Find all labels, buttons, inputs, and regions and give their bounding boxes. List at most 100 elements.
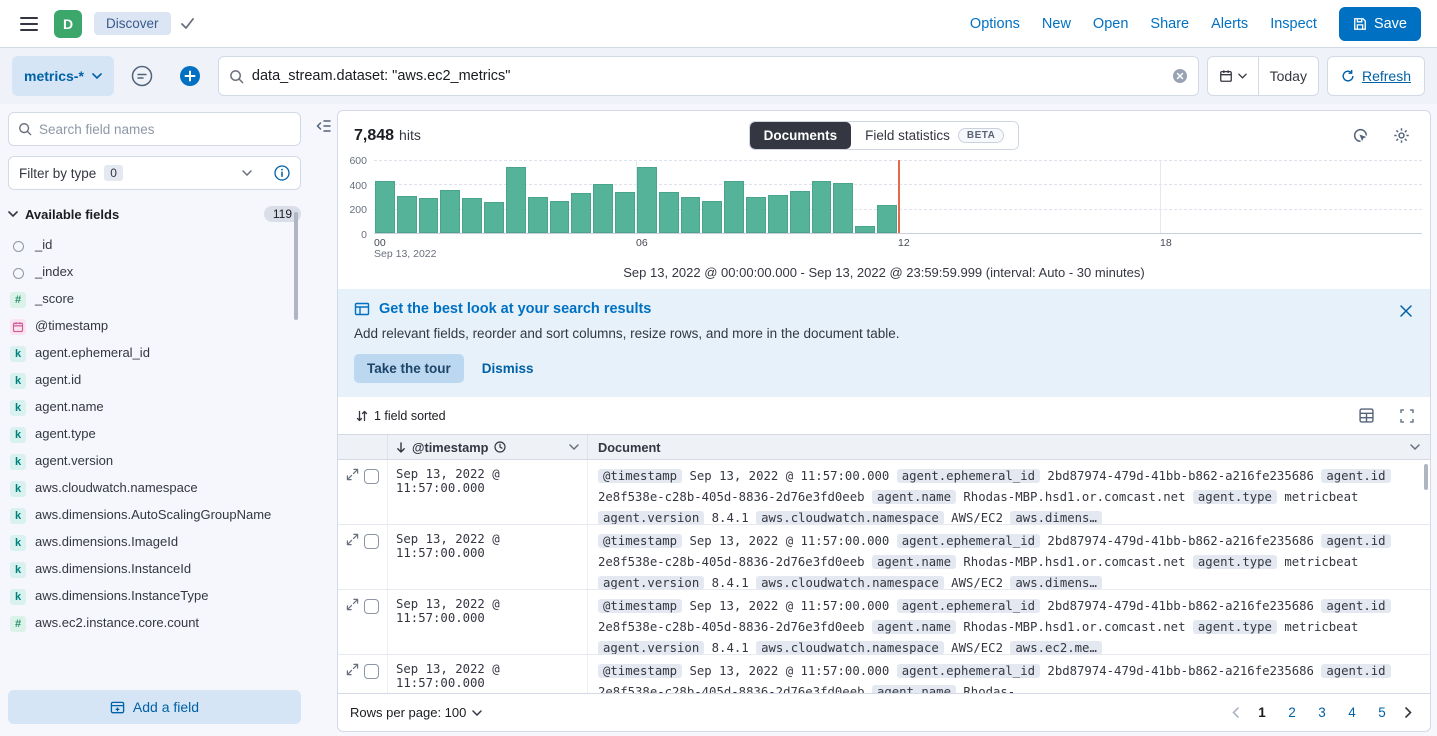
histogram-bar[interactable] (615, 192, 635, 233)
field-item[interactable]: kagent.name (8, 394, 301, 421)
field-item[interactable]: kaws.cloudwatch.namespace (8, 475, 301, 502)
field-item[interactable]: kaws.dimensions.InstanceType (8, 583, 301, 610)
histogram-bar[interactable] (833, 183, 853, 233)
histogram-bar[interactable] (506, 167, 526, 233)
field-item[interactable]: #aws.ec2.instance.core.count (8, 610, 301, 637)
dismiss-button[interactable]: Dismiss (482, 361, 534, 376)
field-item[interactable]: kagent.type (8, 421, 301, 448)
histogram-bar[interactable] (571, 193, 591, 233)
table-header-row: @timestamp Document (338, 434, 1430, 460)
sidebar-scrollbar[interactable] (294, 212, 298, 320)
clock-icon (494, 441, 506, 453)
add-field-button[interactable]: Add a field (8, 690, 301, 724)
top-link-options[interactable]: Options (970, 16, 1020, 32)
refresh-button[interactable]: Refresh (1327, 56, 1425, 96)
space-avatar[interactable]: D (54, 10, 82, 38)
histogram-bar[interactable] (419, 198, 439, 233)
field-item[interactable]: #_score (8, 286, 301, 313)
histogram-bar[interactable] (724, 181, 744, 233)
field-badge: agent.ephemeral_id (897, 664, 1040, 678)
field-item[interactable]: kaws.dimensions.AutoScalingGroupName (8, 502, 301, 529)
info-icon[interactable] (274, 165, 290, 181)
row-checkbox[interactable] (364, 534, 379, 549)
page-button-2[interactable]: 2 (1279, 700, 1305, 726)
histogram-bar[interactable] (812, 181, 832, 233)
cursor-explore-button[interactable] (1348, 123, 1373, 148)
field-name: agent.ephemeral_id (35, 345, 150, 360)
field-item[interactable]: kagent.version (8, 448, 301, 475)
top-link-inspect[interactable]: Inspect (1270, 16, 1317, 32)
histogram-bar[interactable] (681, 197, 701, 234)
tab-field-statistics[interactable]: Field statisticsBETA (851, 122, 1018, 149)
take-tour-button[interactable]: Take the tour (354, 354, 464, 383)
row-checkbox[interactable] (364, 599, 379, 614)
save-button[interactable]: Save (1339, 7, 1421, 41)
menu-button[interactable] (16, 13, 42, 35)
clear-query-button[interactable] (1172, 68, 1188, 84)
page-button-5[interactable]: 5 (1369, 700, 1395, 726)
timestamp-column-header[interactable]: @timestamp (388, 435, 588, 459)
histogram-bar[interactable] (375, 181, 395, 233)
field-item[interactable]: kagent.id (8, 367, 301, 394)
collapse-sidebar-button[interactable] (315, 118, 331, 134)
saved-query-menu-button[interactable] (122, 56, 162, 96)
field-item[interactable]: _id (8, 232, 301, 259)
row-checkbox[interactable] (364, 664, 379, 679)
expand-row-button[interactable] (346, 663, 359, 676)
page-button-3[interactable]: 3 (1309, 700, 1335, 726)
chevron-down-icon[interactable] (1410, 444, 1420, 450)
rows-per-page-button[interactable]: Rows per page: 100 (350, 705, 482, 720)
field-item[interactable]: _index (8, 259, 301, 286)
document-column-header[interactable]: Document (588, 435, 1430, 459)
histogram-chart[interactable]: 0200400600 00Sep 13, 2022061218 (338, 158, 1430, 260)
query-input[interactable] (252, 68, 1164, 84)
field-item[interactable]: kaws.dimensions.ImageId (8, 529, 301, 556)
histogram-bar[interactable] (593, 184, 613, 233)
add-filter-button[interactable] (170, 56, 210, 96)
top-link-open[interactable]: Open (1093, 16, 1128, 32)
top-link-new[interactable]: New (1042, 16, 1071, 32)
histogram-bar[interactable] (790, 191, 810, 233)
histogram-bar[interactable] (462, 198, 482, 233)
histogram-bar[interactable] (659, 192, 679, 233)
chevron-down-icon[interactable] (569, 444, 579, 450)
histogram-bar[interactable] (746, 197, 766, 233)
previous-page-button[interactable] (1226, 703, 1245, 722)
histogram-bar[interactable] (397, 196, 417, 233)
page-button-1[interactable]: 1 (1249, 700, 1275, 726)
date-picker-button[interactable] (1208, 57, 1258, 95)
top-link-share[interactable]: Share (1150, 16, 1189, 32)
sort-fields-button[interactable]: 1 field sorted (350, 406, 452, 426)
histogram-bar[interactable] (855, 226, 875, 233)
histogram-bar[interactable] (877, 205, 897, 233)
top-link-alerts[interactable]: Alerts (1211, 16, 1248, 32)
row-checkbox[interactable] (364, 469, 379, 484)
close-callout-button[interactable] (1396, 301, 1416, 321)
field-item[interactable]: kaws.dimensions.InstanceId (8, 556, 301, 583)
histogram-bar[interactable] (702, 201, 722, 233)
filter-by-type-button[interactable]: Filter by type 0 (8, 156, 301, 190)
available-fields-header[interactable]: Available fields 119 (8, 206, 301, 222)
field-item[interactable]: @timestamp (8, 313, 301, 340)
histogram-bar[interactable] (440, 190, 460, 233)
expand-row-button[interactable] (346, 598, 359, 611)
data-view-picker[interactable]: metrics-* (12, 56, 114, 96)
breadcrumb[interactable]: Discover (94, 12, 171, 35)
tab-documents[interactable]: Documents (750, 122, 852, 149)
histogram-bar[interactable] (484, 202, 504, 233)
histogram-bar[interactable] (528, 197, 548, 234)
histogram-bar[interactable] (768, 195, 788, 233)
field-search-input[interactable] (39, 122, 291, 137)
histogram-bar[interactable] (550, 201, 570, 233)
date-quick-select-button[interactable]: Today (1258, 57, 1318, 95)
display-options-button[interactable] (1355, 404, 1378, 427)
chart-options-button[interactable] (1389, 123, 1414, 148)
field-item[interactable]: kagent.ephemeral_id (8, 340, 301, 367)
table-scrollbar[interactable] (1424, 464, 1428, 490)
next-page-button[interactable] (1399, 703, 1418, 722)
page-button-4[interactable]: 4 (1339, 700, 1365, 726)
expand-row-button[interactable] (346, 533, 359, 546)
fullscreen-button[interactable] (1396, 405, 1418, 427)
expand-row-button[interactable] (346, 468, 359, 481)
histogram-bar[interactable] (637, 167, 657, 233)
